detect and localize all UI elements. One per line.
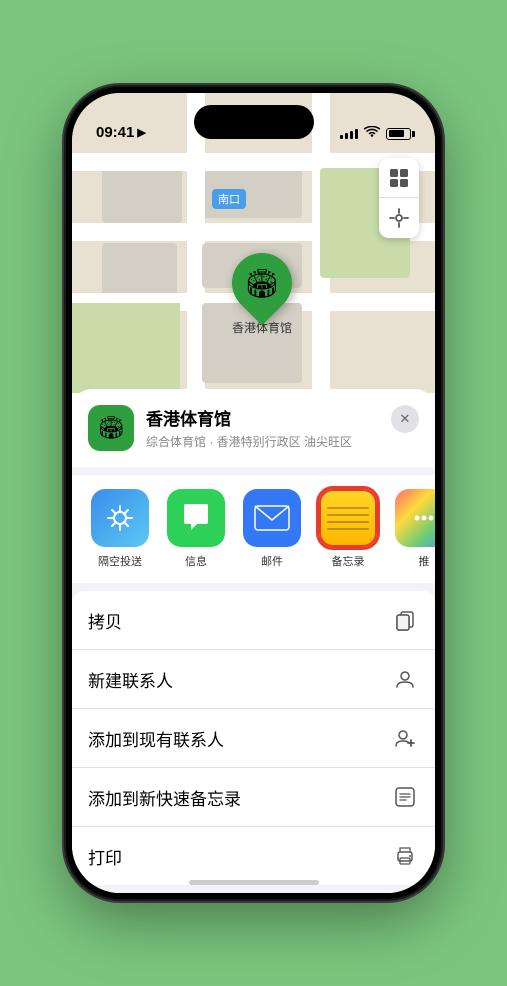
action-list: 拷贝 新建联系人 (72, 591, 435, 885)
copy-label: 拷贝 (88, 608, 122, 633)
quick-note-icon (391, 783, 419, 811)
phone-screen: 09:41 ▶ (72, 93, 435, 893)
add-existing-label: 添加到现有联系人 (88, 726, 224, 751)
action-quick-note[interactable]: 添加到新快速备忘录 (72, 768, 435, 827)
share-airdrop[interactable]: 隔空投送 (88, 489, 152, 569)
location-arrow-icon: ▶ (137, 126, 145, 139)
share-more[interactable]: 推 (392, 489, 435, 569)
wifi-icon (364, 126, 380, 141)
mail-icon (243, 489, 301, 547)
messages-icon (167, 489, 225, 547)
notes-icon (319, 489, 377, 547)
status-icons (340, 126, 411, 141)
venue-subtitle: 综合体育馆 · 香港特别行政区 油尖旺区 (146, 433, 419, 450)
airdrop-label: 隔空投送 (98, 553, 142, 569)
pin-icon: 🏟 (244, 267, 280, 300)
share-notes[interactable]: 备忘录 (316, 489, 380, 569)
new-contact-label: 新建联系人 (88, 667, 173, 692)
share-row: 隔空投送 信息 (72, 475, 435, 583)
location-label: 南口 (212, 189, 246, 209)
airdrop-icon (91, 489, 149, 547)
phone-frame: 09:41 ▶ (66, 87, 441, 899)
copy-icon (391, 606, 419, 634)
quick-note-label: 添加到新快速备忘录 (88, 785, 241, 810)
dynamic-island (194, 105, 314, 139)
venue-pin[interactable]: 🏟 香港体育馆 (232, 253, 292, 336)
venue-name: 香港体育馆 (146, 405, 419, 430)
status-time: 09:41 ▶ (96, 124, 146, 141)
action-print[interactable]: 打印 (72, 827, 435, 885)
print-label: 打印 (88, 844, 122, 869)
share-mail[interactable]: 邮件 (240, 489, 304, 569)
action-copy[interactable]: 拷贝 (72, 591, 435, 650)
more-label: 推 (419, 553, 430, 569)
battery-icon (386, 128, 411, 140)
add-existing-icon (391, 724, 419, 752)
close-button[interactable]: ✕ (391, 405, 419, 433)
map-layer-button[interactable] (379, 158, 419, 198)
mail-label: 邮件 (261, 553, 283, 569)
signal-icon (340, 129, 358, 139)
action-add-existing[interactable]: 添加到现有联系人 (72, 709, 435, 768)
print-icon (391, 842, 419, 870)
bottom-sheet: 🏟 香港体育馆 综合体育馆 · 香港特别行政区 油尖旺区 ✕ (72, 389, 435, 893)
location-button[interactable] (379, 198, 419, 238)
share-messages[interactable]: 信息 (164, 489, 228, 569)
action-new-contact[interactable]: 新建联系人 (72, 650, 435, 709)
venue-icon: 🏟 (88, 405, 134, 451)
home-indicator (189, 880, 319, 885)
time-label: 09:41 (96, 124, 134, 141)
more-icon (395, 489, 435, 547)
venue-info: 香港体育馆 综合体育馆 · 香港特别行政区 油尖旺区 (146, 405, 419, 450)
sheet-header: 🏟 香港体育馆 综合体育馆 · 香港特别行政区 油尖旺区 ✕ (72, 389, 435, 467)
notes-label: 备忘录 (332, 553, 365, 569)
messages-label: 信息 (185, 553, 207, 569)
new-contact-icon (391, 665, 419, 693)
map-controls (379, 158, 419, 238)
